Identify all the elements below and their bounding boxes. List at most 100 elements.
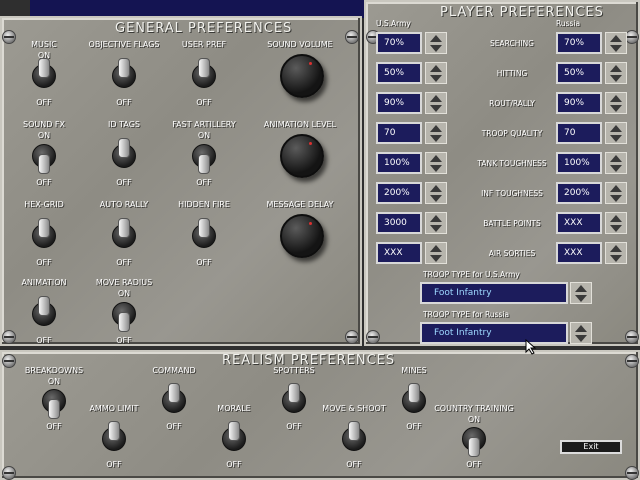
arrow-up-icon[interactable] [430, 185, 442, 192]
us-army-spinner[interactable] [425, 122, 447, 144]
switch-lever[interactable] [118, 312, 130, 332]
arrow-up-icon[interactable] [610, 245, 622, 252]
switch-lever[interactable] [38, 296, 50, 316]
arrow-up-icon[interactable] [610, 65, 622, 72]
switch-lever[interactable] [118, 58, 130, 78]
russia-spinner[interactable] [605, 152, 627, 174]
arrow-down-icon[interactable] [430, 45, 442, 52]
arrow-up-icon[interactable] [610, 125, 622, 132]
switch-lever[interactable] [38, 58, 50, 78]
arrow-down-icon[interactable] [430, 255, 442, 262]
arrow-down-icon[interactable] [610, 105, 622, 112]
arrow-down-icon[interactable] [430, 105, 442, 112]
exit-button[interactable]: Exit [560, 440, 622, 454]
toggle-switch[interactable] [101, 419, 127, 459]
switch-lever[interactable] [198, 58, 210, 78]
switch-lever[interactable] [38, 154, 50, 174]
toggle-switch[interactable] [191, 56, 217, 96]
switch-lever[interactable] [198, 154, 210, 174]
arrow-down-icon[interactable] [430, 75, 442, 82]
rotary-knob[interactable] [280, 214, 324, 258]
russia-spinner[interactable] [605, 92, 627, 114]
toggle-switch[interactable] [31, 136, 57, 176]
switch-lever[interactable] [198, 218, 210, 238]
arrow-down-icon[interactable] [610, 195, 622, 202]
us-army-spinner[interactable] [425, 182, 447, 204]
toggle-switch[interactable] [31, 294, 57, 334]
arrow-down-icon[interactable] [610, 75, 622, 82]
arrow-up-icon[interactable] [430, 65, 442, 72]
arrow-down-icon[interactable] [575, 295, 587, 302]
arrow-down-icon[interactable] [430, 135, 442, 142]
russia-spinner[interactable] [605, 122, 627, 144]
switch-lever[interactable] [48, 399, 60, 419]
arrow-up-icon[interactable] [610, 215, 622, 222]
russia-spinner[interactable] [605, 32, 627, 54]
toggle-switch[interactable] [111, 56, 137, 96]
switch-lever[interactable] [408, 383, 420, 403]
us-army-spinner[interactable] [425, 212, 447, 234]
toggle-switch[interactable] [41, 381, 67, 421]
arrow-up-icon[interactable] [610, 185, 622, 192]
switch-lever[interactable] [228, 421, 240, 441]
troop-type-right-select[interactable]: Foot Infantry [420, 322, 568, 344]
arrow-up-icon[interactable] [430, 125, 442, 132]
toggle-switch[interactable] [161, 381, 187, 421]
arrow-down-icon[interactable] [610, 255, 622, 262]
arrow-down-icon[interactable] [610, 225, 622, 232]
toggle-switch[interactable] [191, 216, 217, 256]
troop-type-right-spinner[interactable] [570, 322, 592, 344]
toggle-switch[interactable] [221, 419, 247, 459]
arrow-up-icon[interactable] [430, 215, 442, 222]
us-army-spinner[interactable] [425, 32, 447, 54]
switch-lever[interactable] [468, 437, 480, 457]
troop-type-left-select[interactable]: Foot Infantry [420, 282, 568, 304]
us-army-spinner[interactable] [425, 62, 447, 84]
arrow-up-icon[interactable] [430, 95, 442, 102]
arrow-down-icon[interactable] [430, 195, 442, 202]
arrow-down-icon[interactable] [430, 225, 442, 232]
toggle-switch[interactable] [31, 216, 57, 256]
us-army-spinner[interactable] [425, 92, 447, 114]
switch-off-label: OFF [36, 258, 52, 267]
switch-lever[interactable] [108, 421, 120, 441]
toggle-switch[interactable] [341, 419, 367, 459]
switch-lever[interactable] [348, 421, 360, 441]
arrow-up-icon[interactable] [430, 155, 442, 162]
toggle-switch[interactable] [281, 381, 307, 421]
arrow-down-icon[interactable] [610, 165, 622, 172]
arrow-up-icon[interactable] [430, 245, 442, 252]
toggle-switch[interactable] [111, 136, 137, 176]
toggle-switch[interactable] [31, 56, 57, 96]
russia-spinner[interactable] [605, 62, 627, 84]
switch-lever[interactable] [38, 218, 50, 238]
arrow-down-icon[interactable] [610, 45, 622, 52]
arrow-up-icon[interactable] [430, 35, 442, 42]
toggle-switch[interactable] [461, 419, 487, 459]
arrow-down-icon[interactable] [430, 165, 442, 172]
switch-lever[interactable] [118, 218, 130, 238]
arrow-up-icon[interactable] [575, 285, 587, 292]
rotary-knob[interactable] [280, 134, 324, 178]
arrow-up-icon[interactable] [610, 155, 622, 162]
toggle-switch[interactable] [111, 294, 137, 334]
player-row-label: SEARCHING [490, 39, 534, 48]
toggle-switch[interactable] [111, 216, 137, 256]
arrow-up-icon[interactable] [610, 35, 622, 42]
switch-lever[interactable] [168, 383, 180, 403]
russia-spinner[interactable] [605, 212, 627, 234]
arrow-up-icon[interactable] [575, 325, 587, 332]
arrow-down-icon[interactable] [575, 335, 587, 342]
arrow-up-icon[interactable] [610, 95, 622, 102]
us-army-spinner[interactable] [425, 152, 447, 174]
troop-type-left-spinner[interactable] [570, 282, 592, 304]
switch-lever[interactable] [288, 383, 300, 403]
russia-spinner[interactable] [605, 182, 627, 204]
switch-lever[interactable] [118, 138, 130, 158]
arrow-down-icon[interactable] [610, 135, 622, 142]
toggle-switch[interactable] [191, 136, 217, 176]
russia-spinner[interactable] [605, 242, 627, 264]
us-army-spinner[interactable] [425, 242, 447, 264]
toggle-switch[interactable] [401, 381, 427, 421]
rotary-knob[interactable] [280, 54, 324, 98]
